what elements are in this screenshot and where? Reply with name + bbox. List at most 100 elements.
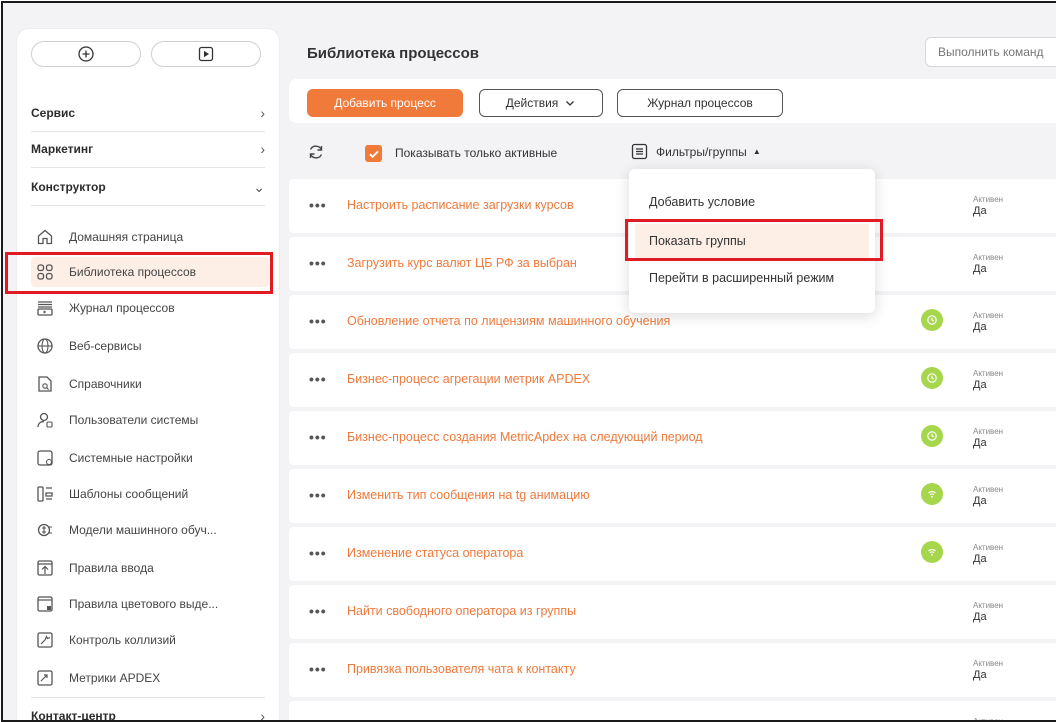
status-value: Да (973, 263, 987, 275)
status-value: Да (973, 205, 987, 217)
process-name-link[interactable]: Найти свободного оператора из группы (347, 604, 576, 618)
sidebar-section-marketing[interactable]: Маркетинг › (31, 131, 265, 168)
table-row[interactable]: ••• Изменение статуса оператора Активен Да (289, 527, 1056, 581)
highlight-box-process-library (5, 252, 273, 294)
home-icon (35, 227, 55, 247)
ml-model-icon (35, 520, 55, 540)
page-title: Библиотека процессов (307, 45, 479, 62)
process-name-link[interactable]: Настроить расписание загрузки курсов (347, 198, 574, 212)
status-label: Активен (973, 195, 1004, 204)
sidebar-item-label: Правила ввода (69, 561, 154, 575)
status-label: Активен (973, 659, 1004, 668)
signal-icon (921, 541, 943, 563)
status-label: Активен (973, 369, 1004, 378)
process-name-link[interactable]: Бизнес-процесс агрегации метрик APDEX (347, 372, 590, 386)
settings-icon (35, 448, 55, 468)
color-rules-icon (35, 594, 55, 614)
sidebar-item-label: Пользователи системы (69, 413, 199, 427)
table-row[interactable]: ••• Бизнес-процесс агрегации метрик APDEX… (289, 353, 1056, 407)
sidebar-item-input-rules[interactable]: Правила ввода (31, 553, 269, 583)
process-name-link[interactable]: Загрузить курс валют ЦБ РФ за выбран (347, 256, 577, 270)
process-name-link[interactable]: Изменить тип сообщения на tg анимацию (347, 488, 590, 502)
show-active-label[interactable]: Показывать только активные (395, 146, 557, 160)
table-row[interactable]: ••• Изменить тип сообщения на tg анимацию… (289, 469, 1056, 523)
sidebar-top-actions (31, 41, 265, 67)
status-label: Активен (973, 485, 1004, 494)
sidebar-item-system-settings[interactable]: Системные настройки (31, 443, 269, 473)
more-dots-icon[interactable]: ••• (309, 313, 327, 329)
table-row[interactable]: •••Активен (289, 701, 1056, 720)
actions-label: Действия (505, 96, 559, 110)
show-active-checkbox[interactable] (365, 145, 382, 162)
sidebar-item-lookups[interactable]: Справочники (31, 369, 269, 399)
process-name-link[interactable]: Изменение статуса оператора (347, 546, 523, 560)
sidebar-item-home[interactable]: Домашняя страница (31, 222, 269, 252)
sidebar-item-label: Веб-сервисы (69, 339, 142, 353)
status-label: Активен (973, 311, 1004, 320)
process-journal-button[interactable]: Журнал процессов (617, 89, 783, 117)
sidebar: Сервис › Маркетинг › Конструктор ⌄ Домаш… (17, 29, 279, 722)
metrics-icon (35, 668, 55, 688)
process-name-link[interactable]: Привязка пользователя чата к контакту (347, 662, 576, 676)
sidebar-item-ml-models[interactable]: Модели машинного обуч... (31, 515, 269, 545)
sidebar-item-color-rules[interactable]: Правила цветового выде... (31, 589, 269, 619)
status-value: Да (973, 495, 987, 507)
sidebar-item-apdex-metrics[interactable]: Метрики APDEX (31, 663, 269, 693)
sidebar-item-label: Журнал процессов (69, 301, 175, 315)
sidebar-item-label: Домашняя страница (69, 230, 184, 244)
sidebar-section-constructor[interactable]: Конструктор ⌄ (31, 169, 265, 206)
sidebar-item-label: Правила цветового выде... (69, 597, 219, 611)
table-row[interactable]: ••• Привязка пользователя чата к контакту… (289, 643, 1056, 697)
refresh-icon[interactable] (307, 143, 325, 166)
filters-label: Фильтры/группы (656, 144, 747, 159)
command-input[interactable] (925, 37, 1056, 67)
filters-groups-toggle[interactable]: Фильтры/группы ▲ (631, 143, 761, 160)
section-label: Контакт-центр (31, 709, 116, 722)
add-circle-button[interactable] (31, 41, 141, 67)
more-dots-icon[interactable]: ••• (309, 255, 327, 271)
chevron-right-icon: › (260, 141, 265, 157)
sidebar-item-users[interactable]: Пользователи системы (31, 405, 269, 435)
status-label: Активен (973, 601, 1004, 610)
sidebar-item-label: Контроль коллизий (69, 633, 176, 647)
clock-icon (921, 309, 943, 331)
actions-dropdown-button[interactable]: Действия (479, 89, 603, 117)
status-value: Да (973, 553, 987, 565)
sidebar-section-contact-center[interactable]: Контакт-центр › (31, 697, 265, 722)
chevron-down-icon (566, 101, 575, 106)
sidebar-item-process-log[interactable]: Журнал процессов (31, 293, 269, 323)
process-name-link[interactable]: Бизнес-процесс создания MetricApdex на с… (347, 430, 703, 444)
menu-item-add-condition[interactable]: Добавить условие (635, 185, 869, 219)
table-row[interactable]: ••• Бизнес-процесс создания MetricApdex н… (289, 411, 1056, 465)
plus-circle-icon (78, 46, 94, 62)
menu-item-advanced-mode[interactable]: Перейти в расширенный режим (635, 261, 869, 295)
section-label: Маркетинг (31, 142, 94, 156)
sidebar-item-label: Метрики APDEX (69, 671, 161, 685)
users-icon (35, 410, 55, 430)
more-dots-icon[interactable]: ••• (309, 545, 327, 561)
toolbar: Добавить процесс Действия Журнал процесс… (289, 79, 1056, 123)
play-button[interactable] (151, 41, 261, 67)
process-name-link[interactable]: Обновление отчета по лицензиям машинного… (347, 314, 670, 328)
sidebar-section-service[interactable]: Сервис › (31, 95, 265, 132)
more-dots-icon[interactable]: ••• (309, 661, 327, 677)
status-value: Да (973, 379, 987, 391)
caret-up-icon: ▲ (752, 147, 761, 156)
more-dots-icon[interactable]: ••• (309, 197, 327, 213)
add-process-button[interactable]: Добавить процесс (307, 89, 463, 117)
status-value: Да (973, 669, 987, 681)
table-row[interactable]: ••• Найти свободного оператора из группы А… (289, 585, 1056, 639)
templates-icon (35, 484, 55, 504)
sidebar-item-message-templates[interactable]: Шаблоны сообщений (31, 479, 269, 509)
collision-icon (35, 630, 55, 650)
sidebar-item-web-services[interactable]: Веб-сервисы (31, 331, 269, 361)
clock-icon (921, 425, 943, 447)
more-dots-icon[interactable]: ••• (309, 429, 327, 445)
more-dots-icon[interactable]: ••• (309, 371, 327, 387)
globe-icon (35, 336, 55, 356)
sidebar-item-label: Системные настройки (69, 451, 193, 465)
more-dots-icon[interactable]: ••• (309, 603, 327, 619)
more-dots-icon[interactable]: ••• (309, 487, 327, 503)
filter-list-icon (631, 143, 648, 160)
sidebar-item-collision-control[interactable]: Контроль коллизий (31, 625, 269, 655)
